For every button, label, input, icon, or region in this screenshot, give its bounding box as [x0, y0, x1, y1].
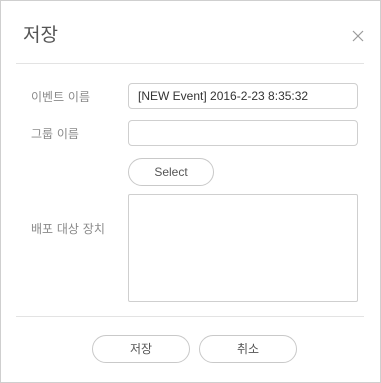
header-divider	[16, 63, 364, 64]
close-icon[interactable]	[351, 29, 365, 43]
group-name-label: 그룹 이름	[31, 127, 79, 141]
cancel-button[interactable]: 취소	[199, 335, 297, 363]
target-devices-label: 배포 대상 장치	[31, 222, 105, 236]
event-name-input[interactable]	[128, 83, 358, 109]
group-name-input[interactable]	[128, 120, 358, 146]
dialog-title: 저장	[23, 24, 58, 46]
event-name-label: 이벤트 이름	[31, 90, 91, 104]
target-devices-list[interactable]	[128, 194, 358, 302]
save-dialog: 저장 이벤트 이름 그룹 이름 Select 배포 대상 장치 저장 취소	[0, 0, 381, 383]
save-button[interactable]: 저장	[92, 335, 190, 363]
select-button[interactable]: Select	[128, 158, 214, 186]
footer-divider	[16, 316, 364, 317]
